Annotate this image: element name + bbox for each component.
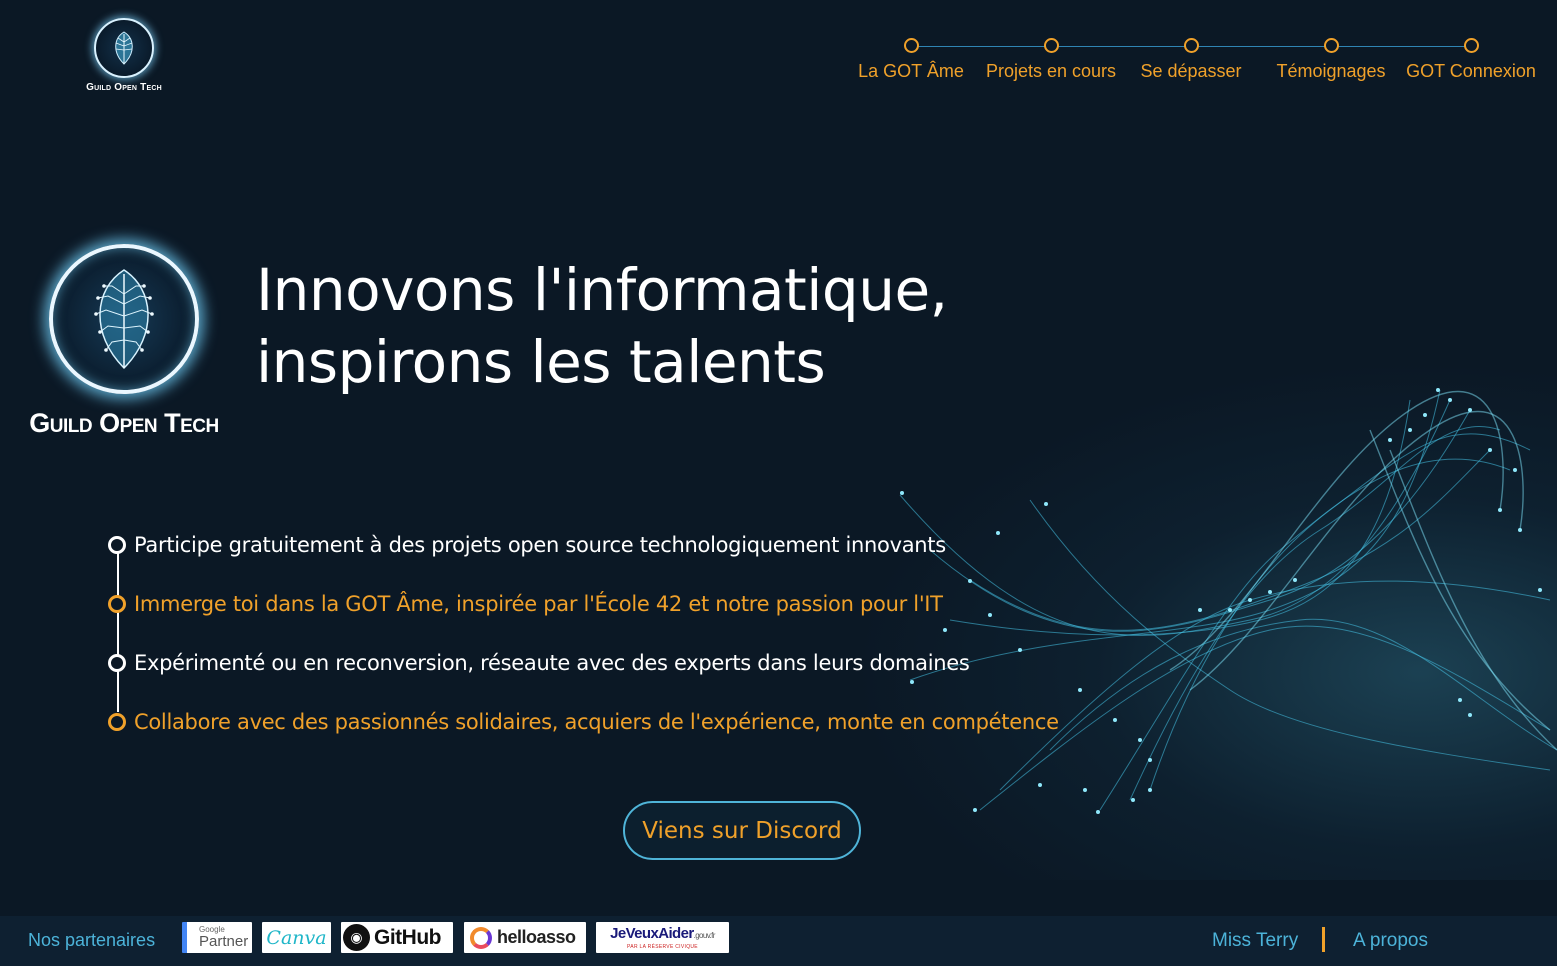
partner-canva[interactable]: Canva — [262, 922, 331, 953]
feature-bullet — [108, 653, 126, 672]
nav-item-label: Projets en cours — [985, 61, 1117, 81]
features-list: Participe gratuitement à des projets ope… — [108, 515, 1068, 751]
hero-headline-line-2: inspirons les talents — [256, 328, 826, 396]
feature-item: Collabore avec des passionnés solidaires… — [108, 692, 1068, 751]
feature-text: Collabore avec des passionnés solidaires… — [134, 709, 1059, 734]
footer-separator — [1322, 927, 1325, 952]
nav-item-label: La GOT Âme — [858, 61, 964, 81]
main-navigation: La GOT Âme Projets en cours Se dépasser … — [850, 38, 1550, 88]
feature-text: Participe gratuitement à des projets ope… — [134, 532, 946, 557]
nav-item-temoignages[interactable]: Témoignages — [1261, 38, 1401, 82]
feature-bullet — [108, 594, 126, 613]
hero-headline: Innovons l'informatique, inspirons les t… — [256, 254, 1016, 398]
feature-bullet — [108, 535, 126, 554]
discord-button[interactable]: Viens sur Discord — [623, 801, 861, 860]
hero-headline-line-1: Innovons l'informatique, — [256, 256, 948, 324]
nav-dot — [1463, 38, 1479, 53]
nav-item-got-ame[interactable]: La GOT Âme — [841, 38, 981, 82]
hero-logo-wordmark: Guild Open Tech — [29, 408, 219, 438]
nav-item-label: GOT Connexion — [1406, 61, 1536, 81]
header-logo[interactable]: Guild Open Tech — [84, 18, 164, 93]
leaf-circuit-logo-icon — [94, 18, 154, 78]
feature-text: Immerge toi dans la GOT Âme, inspirée pa… — [134, 591, 943, 616]
jeveuxaider-wordmark: JeVeuxAider.gouv.fr — [610, 924, 715, 942]
jeveuxaider-tagline: PAR LA RÉSERVE CIVIQUE — [627, 943, 698, 950]
nav-item-got-connexion[interactable]: GOT Connexion — [1401, 38, 1541, 82]
nav-item-label: Témoignages — [1276, 61, 1386, 81]
helloasso-wordmark: helloasso — [497, 927, 576, 947]
feature-text: Expérimenté ou en reconversion, réseaute… — [134, 650, 970, 675]
github-octocat-icon: ◉ — [343, 924, 370, 951]
partner-google[interactable]: Google Partner — [182, 922, 252, 953]
github-wordmark: GitHub — [374, 925, 441, 949]
feature-item: Immerge toi dans la GOT Âme, inspirée pa… — [108, 574, 1068, 633]
nav-dot — [903, 38, 919, 53]
canva-wordmark: Canva — [266, 926, 327, 949]
helloasso-ring-icon — [470, 926, 492, 949]
footer-link-a-propos[interactable]: A propos — [1353, 930, 1428, 952]
nav-item-projets[interactable]: Projets en cours — [981, 38, 1121, 82]
partner-github[interactable]: ◉ GitHub — [341, 922, 453, 953]
partner-jeveuxaider[interactable]: JeVeuxAider.gouv.fr PAR LA RÉSERVE CIVIQ… — [596, 922, 729, 953]
partners-label: Nos partenaires — [28, 930, 156, 950]
hero-logo: Guild Open Tech — [26, 244, 222, 439]
header-logo-wordmark: Guild Open Tech — [86, 82, 162, 93]
leaf-circuit-logo-icon — [49, 244, 199, 394]
nav-dot — [1043, 38, 1059, 53]
google-partner-bottom: Partner — [199, 933, 249, 950]
nav-item-se-depasser[interactable]: Se dépasser — [1121, 38, 1261, 82]
footer-link-miss-terry[interactable]: Miss Terry — [1212, 930, 1298, 952]
nav-dot — [1183, 38, 1199, 53]
feature-bullet — [108, 712, 126, 731]
footer: Nos partenaires Google Partner Canva ◉ G… — [0, 916, 1557, 966]
partner-helloasso[interactable]: helloasso — [464, 922, 586, 953]
feature-item: Expérimenté ou en reconversion, réseaute… — [108, 633, 1068, 692]
feature-item: Participe gratuitement à des projets ope… — [108, 515, 1068, 574]
nav-item-label: Se dépasser — [1140, 61, 1242, 81]
nav-dot — [1323, 38, 1339, 53]
